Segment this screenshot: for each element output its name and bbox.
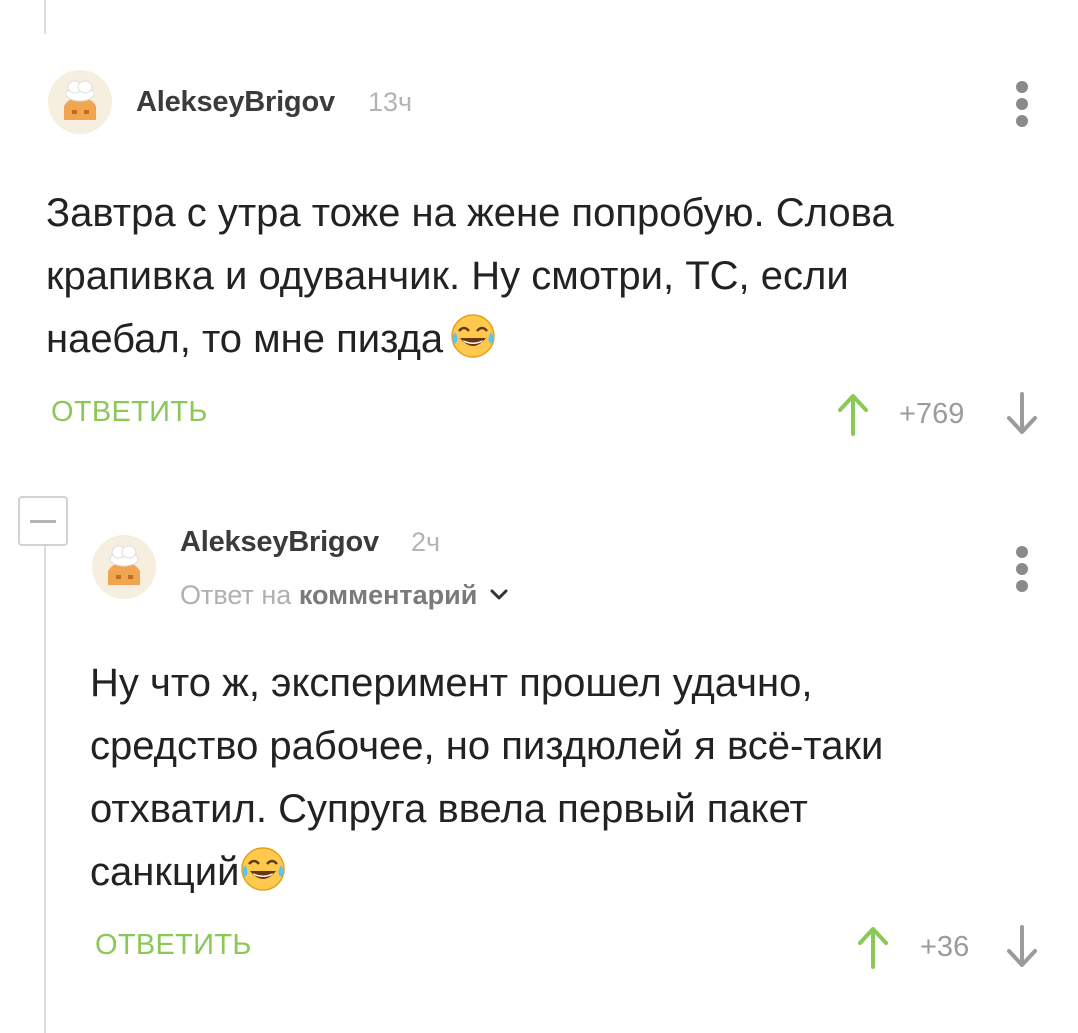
comment-text-last-line: санкций (90, 841, 883, 904)
comment-author[interactable]: AlekseyBrigov (136, 86, 335, 119)
reply-button[interactable]: ОТВЕТИТЬ (95, 929, 252, 962)
thread-line-nested (44, 546, 46, 1033)
comment-time: 2ч (411, 527, 441, 557)
chevron-down-icon[interactable] (489, 588, 509, 602)
comment-text-line: наебал, то мне пизда (46, 317, 444, 361)
comment-author[interactable]: AlekseyBrigov (180, 526, 379, 559)
comment-text-line: Завтра с утра тоже на жене попробую. Сло… (46, 191, 894, 235)
collapse-minus-icon[interactable] (18, 496, 68, 546)
arrow-up-icon[interactable] (836, 392, 870, 436)
comment-text-line: средство рабочее, но пиздюлей я всё-таки (90, 724, 884, 768)
comment-rating: +769 (899, 398, 965, 430)
kebab-menu-icon[interactable] (1010, 81, 1034, 127)
comment-body: Ну что ж, эксперимент прошел удачно, сре… (90, 652, 883, 904)
comment-text-last-line: наебал, то мне пизда (46, 308, 894, 371)
reply-button[interactable]: ОТВЕТИТЬ (51, 396, 208, 429)
comment-text-line: санкций (90, 850, 240, 894)
arrow-down-icon[interactable] (1005, 925, 1039, 969)
comment-rating: +36 (920, 931, 970, 963)
thread-line-top (44, 0, 46, 34)
avatar-image (48, 70, 112, 134)
avatar-image (92, 535, 156, 599)
comment-text-line: Ну что ж, эксперимент прошел удачно, (90, 661, 813, 705)
arrow-up-icon[interactable] (856, 925, 890, 969)
face-with-tears-of-joy (239, 845, 287, 893)
comment-body: Завтра с утра тоже на жене попробую. Сло… (46, 182, 894, 371)
face-with-tears-of-joy (449, 312, 497, 360)
avatar[interactable] (48, 70, 112, 134)
avatar[interactable] (92, 535, 156, 599)
kebab-menu-icon[interactable] (1010, 546, 1034, 592)
comment-text-line: крапивка и одуванчик. Ну смотри, ТС, есл… (46, 254, 849, 298)
arrow-down-icon[interactable] (1005, 392, 1039, 436)
reply-to-prefix: Ответ на (180, 580, 292, 610)
reply-to-info: Ответ на комментарий (180, 580, 509, 611)
reply-to-link[interactable]: комментарий (299, 580, 478, 610)
comment-time: 13ч (368, 87, 413, 117)
comment-text-line: отхватил. Супруга ввела первый пакет (90, 787, 808, 831)
